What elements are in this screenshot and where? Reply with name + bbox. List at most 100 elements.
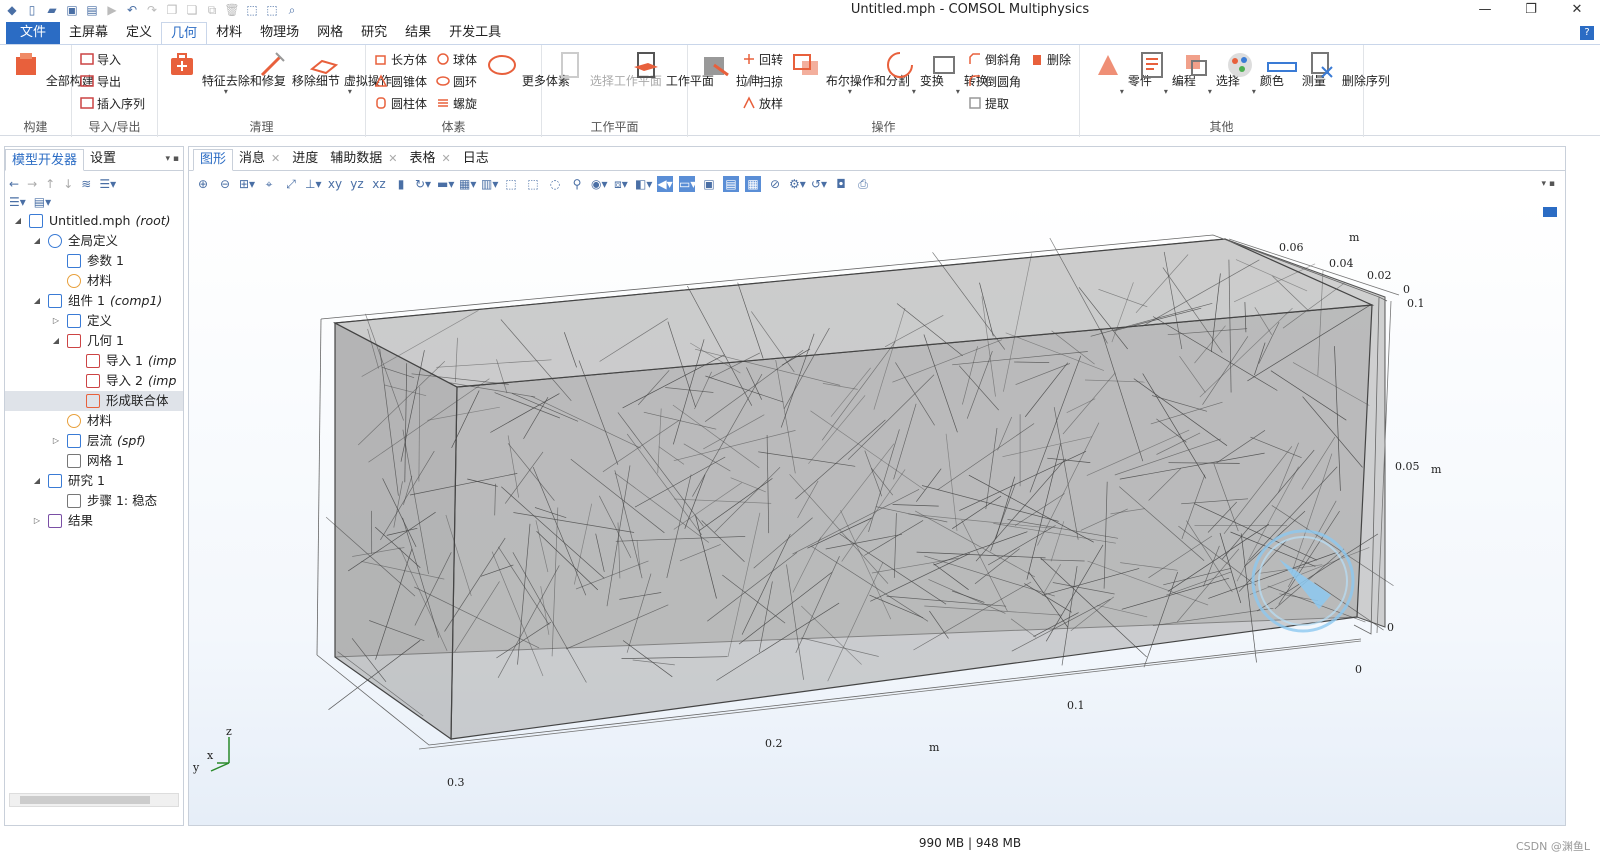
collapse-icon[interactable]: ☰▾	[9, 195, 26, 209]
tree-node[interactable]: 步骤 1: 稳态	[5, 491, 183, 511]
table-icon[interactable]: ▦	[745, 176, 761, 192]
zoom-box-icon[interactable]: ⊞▾	[239, 176, 255, 192]
show-hidden-icon[interactable]: ⚲	[569, 176, 585, 192]
expand-sections-icon[interactable]: ☰▾	[99, 177, 116, 191]
tree-node[interactable]: 材料	[5, 411, 183, 431]
tab-physics[interactable]: 物理场	[251, 22, 308, 44]
help-icon[interactable]: ?	[1580, 26, 1594, 40]
helix-button[interactable]: 螺旋	[436, 93, 477, 113]
expand-arrow-icon[interactable]: ▷	[51, 311, 61, 331]
back-arrow-icon[interactable]: ←	[9, 177, 19, 191]
up-arrow-icon[interactable]: ↑	[45, 177, 55, 191]
torus-button[interactable]: 圆环	[436, 71, 477, 91]
zoom-in-icon[interactable]: ⊕	[195, 176, 211, 192]
transparency-icon[interactable]: ⧈▾	[613, 176, 629, 192]
tree-node[interactable]: 形成联合体	[5, 391, 183, 411]
sweep-button[interactable]: 扫掠	[742, 71, 783, 91]
rotate-icon[interactable]: ↻▾	[415, 176, 431, 192]
mesh-view-icon[interactable]: ⚙▾	[789, 176, 806, 192]
tab-graphics-4[interactable]: 表格 ✕	[404, 148, 457, 170]
view-3d-icon[interactable]: ▮	[393, 176, 409, 192]
geometry-view[interactable]: 0.3 0.2 0.1 0 m 0.06 0.04 0.02 0 m 0.1 0…	[189, 197, 1565, 825]
panel-menu-icon[interactable]: ▾ ▪	[1542, 179, 1555, 189]
graphics-viewport[interactable]: 0.3 0.2 0.1 0 m 0.06 0.04 0.02 0 m 0.1 0…	[189, 197, 1565, 825]
chamfer-button[interactable]: 倒斜角	[968, 49, 1021, 69]
collapse-arrow-icon[interactable]: ◢	[32, 231, 42, 251]
select-box-icon[interactable]: ▦▾	[459, 176, 476, 192]
import-button[interactable]: 导入	[80, 49, 121, 69]
loft-button[interactable]: 放样	[742, 93, 783, 113]
scene-light-icon[interactable]: ◀▾	[657, 176, 673, 192]
select-domain-icon[interactable]: ▬▾	[437, 176, 454, 192]
tree-node[interactable]: ◢ 几何 1	[5, 331, 183, 351]
xy-view-icon[interactable]: xy	[327, 176, 343, 192]
tab-definitions[interactable]: 定义	[117, 22, 161, 44]
tab-file[interactable]: 文件	[6, 22, 61, 44]
deselect-box-icon[interactable]: ⬚	[525, 176, 541, 192]
yz-view-icon[interactable]: yz	[349, 176, 365, 192]
xz-view-icon[interactable]: xz	[371, 176, 387, 192]
collapse-arrow-icon[interactable]: ◢	[13, 211, 23, 231]
export-button[interactable]: 导出	[80, 71, 121, 91]
tree-node[interactable]: ▷ 结果	[5, 511, 183, 531]
model-tree-options-icon[interactable]: ▤▾	[34, 195, 51, 209]
tab-mesh[interactable]: 网格	[308, 22, 352, 44]
tree-node[interactable]: ◢ 组件 1 (comp1)	[5, 291, 183, 311]
grid-icon[interactable]: ▤	[723, 176, 739, 192]
delete-entities-button[interactable]: 删除	[1030, 49, 1071, 69]
tab-graphics-3[interactable]: 辅助数据 ✕	[324, 148, 403, 170]
sphere-button[interactable]: 球体	[436, 49, 477, 69]
select-all-icon[interactable]: ▥▾	[481, 176, 498, 192]
lighting-icon[interactable]: ◧▾	[635, 176, 652, 192]
tab-study[interactable]: 研究	[352, 22, 396, 44]
cone-button[interactable]: 圆锥体	[374, 71, 427, 91]
print-icon[interactable]: ⎙	[855, 176, 871, 192]
tree-node[interactable]: ◢ 全局定义	[5, 231, 183, 251]
minimize-button[interactable]: —	[1462, 0, 1508, 22]
horizontal-scrollbar[interactable]	[9, 793, 179, 807]
collapse-arrow-icon[interactable]: ◢	[32, 471, 42, 491]
tree-node[interactable]: ▷ 定义	[5, 311, 183, 331]
expand-arrow-icon[interactable]: ▷	[51, 431, 61, 451]
block-button[interactable]: 长方体	[374, 49, 427, 69]
tab-graphics-5[interactable]: 日志	[457, 148, 495, 170]
revolve-button[interactable]: 回转	[742, 49, 783, 69]
tree-node[interactable]: 导入 1 (imp	[5, 351, 183, 371]
tab-graphics-2[interactable]: 进度	[286, 148, 324, 170]
down-arrow-icon[interactable]: ↓	[63, 177, 73, 191]
close-tab-icon[interactable]: ✕	[388, 148, 397, 170]
graphics-overlay-icon[interactable]	[1543, 207, 1557, 217]
tree-node[interactable]: ◢ 研究 1	[5, 471, 183, 491]
tab-settings[interactable]: 设置	[84, 148, 122, 170]
zoom-out-icon[interactable]: ⊖	[217, 176, 233, 192]
reset-view-icon[interactable]: ↺▾	[811, 176, 827, 192]
extract-button[interactable]: 提取	[968, 93, 1009, 113]
scrollbar-thumb[interactable]	[20, 796, 150, 804]
collapse-arrow-icon[interactable]: ◢	[51, 331, 61, 351]
axes-icon[interactable]: ⊥▾	[305, 176, 321, 192]
zoom-extents-icon[interactable]: ⤢	[283, 176, 299, 192]
tab-developer[interactable]: 开发工具	[440, 22, 510, 44]
tree-node[interactable]: ▷ 层流 (spf)	[5, 431, 183, 451]
restore-button[interactable]: ❐	[1508, 0, 1554, 22]
tab-home[interactable]: 主屏幕	[60, 22, 117, 44]
close-tab-icon[interactable]: ✕	[442, 148, 451, 170]
select-box-icon-2[interactable]: ⬚	[503, 176, 519, 192]
tree-node[interactable]: 材料	[5, 271, 183, 291]
cylinder-button[interactable]: 圆柱体	[374, 93, 427, 113]
tree-node[interactable]: ◢ Untitled.mph (root)	[5, 211, 183, 231]
close-button[interactable]: ✕	[1554, 0, 1600, 22]
tab-model-builder[interactable]: 模型开发器	[5, 149, 85, 171]
tab-results[interactable]: 结果	[396, 22, 440, 44]
fillet-button[interactable]: 倒圆角	[968, 71, 1021, 91]
zoom-selected-icon[interactable]: ⌖	[261, 176, 277, 192]
tab-graphics-1[interactable]: 消息 ✕	[233, 148, 286, 170]
view-options-icon[interactable]: ◉▾	[591, 176, 608, 192]
forward-arrow-icon[interactable]: →	[27, 177, 37, 191]
tree-node[interactable]: 参数 1	[5, 251, 183, 271]
insert-sequence-button[interactable]: 插入序列	[80, 93, 145, 113]
expand-arrow-icon[interactable]: ▷	[32, 511, 42, 531]
wireframe-icon[interactable]: ▭▾	[679, 176, 696, 192]
collapse-arrow-icon[interactable]: ◢	[32, 291, 42, 311]
tree-node[interactable]: 网格 1	[5, 451, 183, 471]
